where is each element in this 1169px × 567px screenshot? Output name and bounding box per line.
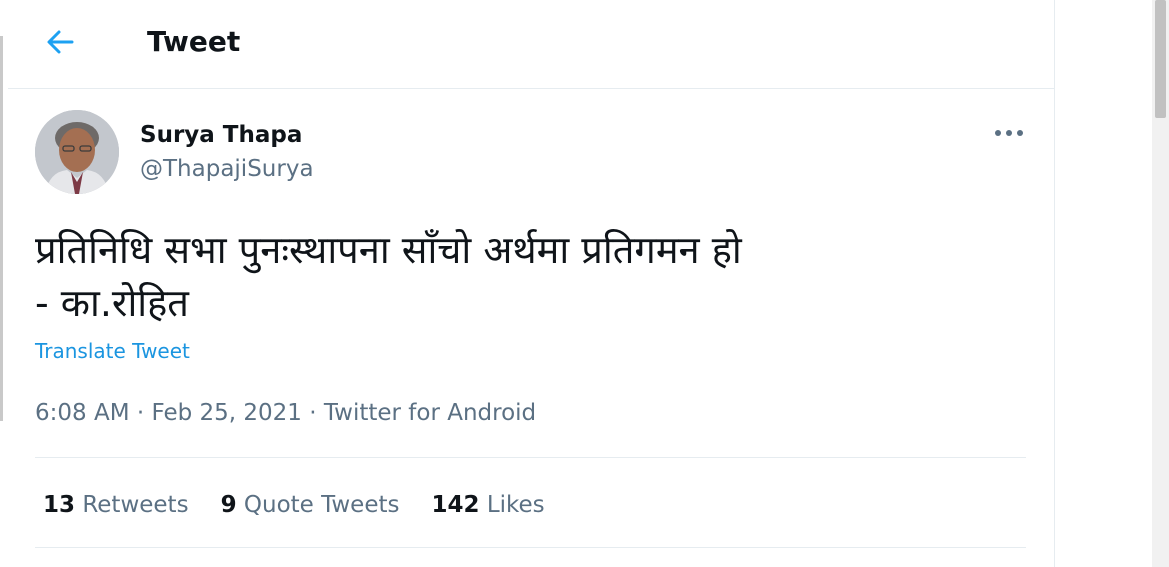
- translate-tweet-link[interactable]: Translate Tweet: [35, 337, 190, 365]
- author-handle[interactable]: @ThapajiSurya: [140, 154, 314, 184]
- separator: ·: [301, 400, 324, 426]
- likes-stat[interactable]: 142 Likes: [431, 490, 544, 520]
- tweet-source[interactable]: Twitter for Android: [324, 400, 536, 426]
- back-arrow-icon: [47, 30, 74, 54]
- more-options-button[interactable]: [991, 118, 1027, 148]
- avatar-image: [35, 110, 119, 194]
- tweet-text: प्रतिनिधि सभा पुनःस्थापना साँचो अर्थमा प…: [35, 224, 895, 330]
- retweets-count: 13: [43, 492, 76, 518]
- window-edge: [0, 36, 3, 421]
- tweet-timestamp-row: 6:08 AM · Feb 25, 2021 · Twitter for And…: [35, 398, 536, 428]
- retweets-stat[interactable]: 13 Retweets: [43, 490, 189, 520]
- likes-label: Likes: [486, 492, 545, 518]
- avatar[interactable]: [35, 110, 119, 194]
- scrollbar-thumb[interactable]: [1155, 0, 1166, 118]
- tweet-time[interactable]: 6:08 AM: [35, 400, 130, 426]
- tweet-date[interactable]: Feb 25, 2021: [151, 400, 301, 426]
- page-title: Tweet: [147, 25, 241, 58]
- quote-tweets-count: 9: [220, 492, 237, 518]
- divider: [35, 457, 1026, 458]
- quote-tweets-stat[interactable]: 9 Quote Tweets: [221, 490, 400, 520]
- retweets-label: Retweets: [82, 492, 189, 518]
- likes-count: 142: [431, 492, 480, 518]
- page-header: Tweet: [8, 0, 1054, 89]
- author-display-name[interactable]: Surya Thapa: [140, 120, 302, 150]
- tweet-text-line: प्रतिनिधि सभा पुनःस्थापना साँचो अर्थमा प…: [35, 228, 742, 272]
- tweet-column: Tweet Surya Thapa @ThapajiSurya प्रतिनिध…: [8, 0, 1055, 567]
- more-options-icon: [995, 130, 1023, 136]
- separator: ·: [129, 400, 152, 426]
- tweet-text-line: - का.रोहित: [35, 281, 189, 325]
- back-button[interactable]: [41, 22, 81, 62]
- tweet-stats: 13 Retweets 9 Quote Tweets 142 Likes: [43, 490, 577, 520]
- divider: [35, 547, 1026, 548]
- quote-tweets-label: Quote Tweets: [243, 492, 400, 518]
